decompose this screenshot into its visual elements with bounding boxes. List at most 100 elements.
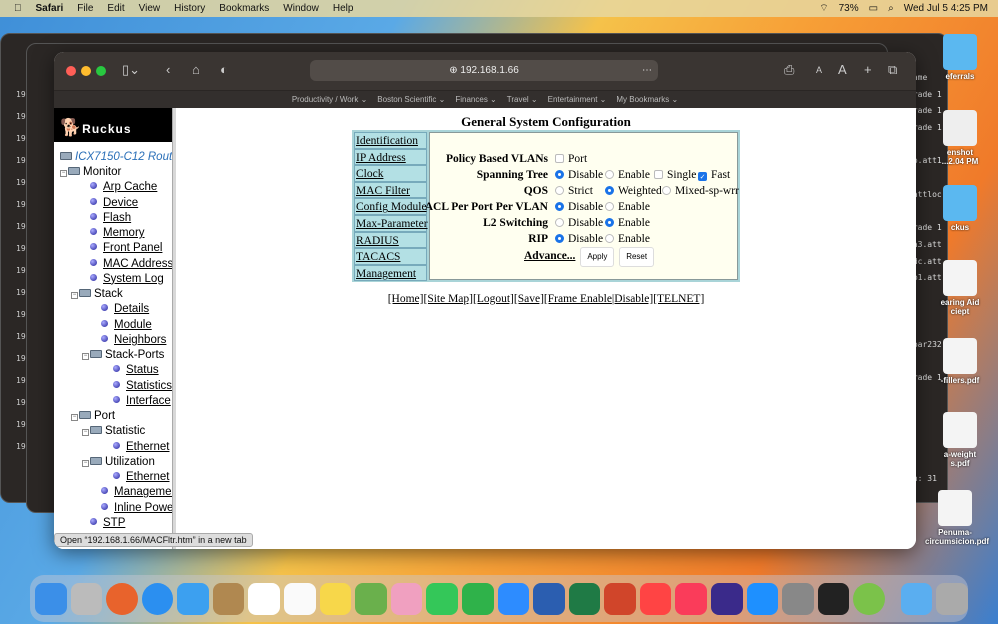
- tree-link[interactable]: Front Panel: [103, 242, 162, 254]
- acl-disable-radio[interactable]: [555, 202, 564, 211]
- back-icon[interactable]: ‹: [166, 62, 170, 77]
- tree-item[interactable]: System Log: [90, 272, 164, 287]
- collapse-icon[interactable]: −: [71, 414, 78, 421]
- bookmark-finances[interactable]: Finances ⌄: [455, 95, 496, 104]
- tree-item[interactable]: Details: [101, 302, 149, 317]
- dock-music-icon[interactable]: [675, 582, 707, 615]
- tree-item[interactable]: Front Panel: [90, 241, 162, 256]
- nav-tacacs[interactable]: TACACS: [354, 248, 427, 265]
- dock-facetime-icon[interactable]: [461, 582, 494, 615]
- more-icon[interactable]: ⋯: [642, 60, 652, 81]
- dock-mail-icon[interactable]: [177, 582, 209, 615]
- new-tab-icon[interactable]: +: [864, 62, 872, 77]
- spanning-tree-fast-checkbox[interactable]: ✓: [698, 172, 707, 181]
- reset-button[interactable]: Reset: [619, 247, 655, 267]
- apple-icon[interactable]: : [14, 3, 22, 14]
- dock-terminal-icon[interactable]: [817, 582, 850, 615]
- spanning-tree-disable-radio[interactable]: [555, 170, 564, 179]
- nav-max-parameter[interactable]: Max-Parameter: [354, 214, 428, 232]
- tree-link[interactable]: Flash: [103, 212, 131, 224]
- tree-item[interactable]: Statistics: [113, 379, 172, 394]
- bookmark-entertainment[interactable]: Entertainment ⌄: [548, 95, 607, 104]
- desktop-folder-referrals[interactable]: eferrals: [940, 34, 980, 81]
- menu-window[interactable]: Window: [283, 3, 319, 14]
- rip-disable-radio[interactable]: [555, 234, 564, 243]
- home-icon[interactable]: ⌂: [192, 62, 200, 77]
- tree-link[interactable]: Neighbors: [114, 334, 166, 346]
- tree-item[interactable]: − Port: [71, 409, 115, 424]
- close-button[interactable]: [66, 66, 76, 76]
- menu-help[interactable]: Help: [333, 3, 354, 14]
- dock-settings-icon[interactable]: [782, 582, 814, 615]
- dock-trash-icon[interactable]: [936, 582, 969, 615]
- tree-link[interactable]: STP: [103, 517, 125, 529]
- dock-news-icon[interactable]: [639, 582, 672, 615]
- nav-management[interactable]: Management: [354, 264, 427, 282]
- search-icon[interactable]: ⌕: [888, 3, 894, 14]
- spanning-tree-single-checkbox[interactable]: [654, 170, 663, 179]
- larger-text-icon[interactable]: A: [838, 62, 847, 77]
- tree-item[interactable]: Ethernet: [113, 440, 169, 455]
- desktop-file-pdf[interactable]: -fillers.pdf: [940, 338, 980, 385]
- collapse-icon[interactable]: −: [82, 353, 89, 360]
- tree-link[interactable]: Ethernet: [126, 441, 169, 453]
- collapse-icon[interactable]: −: [82, 429, 89, 437]
- menu-history[interactable]: History: [174, 3, 205, 14]
- apply-button[interactable]: Apply: [580, 247, 615, 267]
- dock-photos-icon[interactable]: [390, 582, 423, 615]
- wifi-icon[interactable]: ⌔: [819, 2, 828, 15]
- tree-item[interactable]: Inline Power: [101, 501, 172, 516]
- tree-link[interactable]: Arp Cache: [103, 181, 157, 193]
- tree-link[interactable]: Details: [114, 303, 149, 315]
- menu-bookmarks[interactable]: Bookmarks: [219, 3, 269, 14]
- menu-view[interactable]: View: [139, 3, 161, 14]
- tree-item[interactable]: STP: [90, 516, 125, 531]
- bookmark-my-bookmarks[interactable]: My Bookmarks ⌄: [616, 95, 678, 104]
- dock-downloads-icon[interactable]: [900, 582, 933, 615]
- tree-item[interactable]: Ethernet: [113, 470, 169, 485]
- save-link[interactable]: [Save]: [514, 293, 544, 305]
- dock-zoom-icon[interactable]: [497, 582, 530, 615]
- tree-item[interactable]: Flash: [90, 211, 131, 226]
- menu-file[interactable]: File: [77, 3, 93, 14]
- nav-radius[interactable]: RADIUS: [354, 231, 427, 249]
- tree-item[interactable]: − Monitor: [60, 165, 121, 180]
- tree-link[interactable]: Memory: [103, 227, 145, 239]
- tree-item[interactable]: − Stack: [71, 287, 123, 302]
- logout-link[interactable]: [Logout]: [473, 293, 514, 305]
- battery-percent[interactable]: 73%: [839, 3, 859, 14]
- tree-item[interactable]: Module: [101, 318, 152, 333]
- tree-item[interactable]: Arp Cache: [90, 180, 157, 195]
- tree-link[interactable]: Device: [103, 197, 138, 209]
- menu-edit[interactable]: Edit: [107, 3, 124, 14]
- desktop-folder-ruckus[interactable]: ckus: [940, 185, 980, 232]
- tree-root[interactable]: ICX7150-C12 Router: [60, 150, 172, 165]
- zoom-button[interactable]: [96, 66, 106, 76]
- dock-launchpad-icon[interactable]: [70, 582, 103, 615]
- dock-reminders-icon[interactable]: [284, 582, 316, 615]
- battery-icon[interactable]: ▭: [869, 3, 878, 14]
- tree-link[interactable]: Statistics: [126, 380, 172, 392]
- l2-enable-radio[interactable]: [605, 218, 614, 227]
- tree-link[interactable]: Interface: [126, 395, 171, 407]
- minimize-button[interactable]: [81, 66, 91, 76]
- tree-link[interactable]: Module: [114, 319, 152, 331]
- qos-mixed-radio[interactable]: [662, 186, 671, 195]
- nav-config-module[interactable]: Config Module: [354, 198, 427, 215]
- qos-strict-radio[interactable]: [555, 186, 564, 195]
- tab-overview-icon[interactable]: ⧉: [888, 62, 897, 78]
- menu-app[interactable]: Safari: [36, 3, 64, 14]
- collapse-icon[interactable]: −: [82, 459, 89, 467]
- tree-item[interactable]: − Statistic: [82, 424, 145, 439]
- desktop-file-pdf[interactable]: earing Aid ciept: [940, 260, 980, 316]
- dock-calendar-icon[interactable]: [248, 582, 281, 615]
- tree-link[interactable]: MAC Address: [103, 258, 172, 270]
- spanning-tree-enable-radio[interactable]: [605, 170, 614, 179]
- desktop-file-screenshot[interactable]: enshot ...2.04 PM: [940, 110, 980, 166]
- sidebar-toggle-icon[interactable]: ▯⌄: [122, 62, 140, 78]
- clock[interactable]: Wed Jul 5 4:25 PM: [904, 3, 988, 14]
- smaller-text-icon[interactable]: A: [816, 65, 822, 75]
- dock-safari-icon[interactable]: [141, 582, 174, 615]
- bookmark-travel[interactable]: Travel ⌄: [507, 95, 538, 104]
- dock-word-icon[interactable]: [533, 582, 565, 615]
